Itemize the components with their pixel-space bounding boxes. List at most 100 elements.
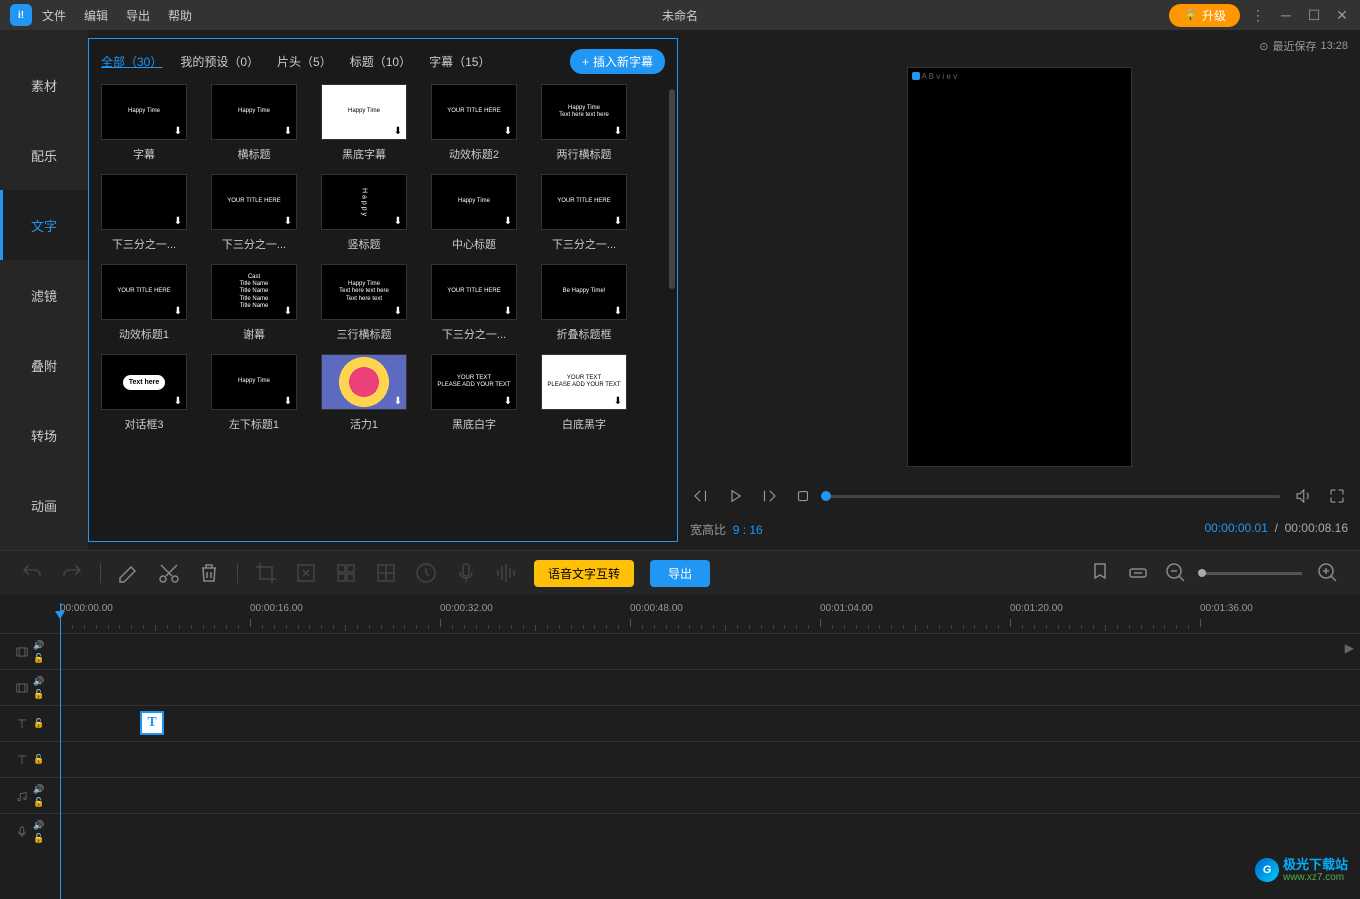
library-thumb[interactable]: YOUR TITLE HERE⬇ (101, 264, 187, 320)
freeze-button[interactable] (374, 561, 398, 585)
mic-track[interactable]: 🔊🔓 (0, 813, 1360, 849)
mute-icon[interactable]: 🔊 (33, 640, 44, 651)
progress-bar[interactable] (826, 495, 1280, 498)
fit-button[interactable] (1126, 561, 1150, 585)
lock-icon[interactable]: 🔓 (33, 653, 44, 664)
lock-icon[interactable]: 🔓 (33, 718, 44, 729)
library-item[interactable]: Text here⬇对话框3 (101, 354, 187, 432)
next-frame-button[interactable] (758, 485, 780, 507)
minimize-icon[interactable]: ─ (1278, 7, 1294, 24)
lock-icon[interactable]: 🔓 (33, 689, 44, 700)
download-icon[interactable]: ⬇ (282, 215, 294, 227)
sidebar-item-media[interactable]: 素材 (0, 50, 88, 120)
lock-icon[interactable]: 🔓 (33, 833, 44, 844)
tab-subtitles[interactable]: 字幕（15） (429, 53, 490, 70)
tab-all[interactable]: 全部（30） (101, 53, 162, 70)
download-icon[interactable]: ⬇ (612, 395, 624, 407)
download-icon[interactable]: ⬇ (502, 125, 514, 137)
speed-button[interactable] (414, 561, 438, 585)
prev-frame-button[interactable] (690, 485, 712, 507)
library-item[interactable]: YOUR TEXT PLEASE ADD YOUR TEXT⬇黑底白字 (431, 354, 517, 432)
marker-button[interactable] (1088, 561, 1112, 585)
library-thumb[interactable]: Happy Time Text here text here Text here… (321, 264, 407, 320)
close-icon[interactable]: ✕ (1334, 7, 1350, 24)
library-item[interactable]: YOUR TITLE HERE⬇下三分之一... (211, 174, 297, 252)
download-icon[interactable]: ⬇ (172, 305, 184, 317)
download-icon[interactable]: ⬇ (282, 395, 294, 407)
volume-icon[interactable] (1292, 485, 1314, 507)
library-thumb[interactable]: YOUR TITLE HERE⬇ (431, 264, 517, 320)
download-icon[interactable]: ⬇ (612, 215, 624, 227)
video-track-2[interactable]: 🔊🔓 (0, 669, 1360, 705)
playhead[interactable] (60, 603, 61, 899)
library-item[interactable]: Happy Time⬇中心标题 (431, 174, 517, 252)
preview-canvas[interactable]: A B v i e v (907, 67, 1132, 467)
library-thumb[interactable]: Happy Time Text here text here⬇ (541, 84, 627, 140)
download-icon[interactable]: ⬇ (502, 215, 514, 227)
download-icon[interactable]: ⬇ (172, 125, 184, 137)
library-thumb[interactable]: YOUR TEXT PLEASE ADD YOUR TEXT⬇ (541, 354, 627, 410)
library-item[interactable]: Happy Time⬇字幕 (101, 84, 187, 162)
voiceover-button[interactable] (454, 561, 478, 585)
library-thumb[interactable]: YOUR TEXT PLEASE ADD YOUR TEXT⬇ (431, 354, 517, 410)
tab-titles[interactable]: 标题（10） (350, 53, 411, 70)
fullscreen-icon[interactable] (1326, 485, 1348, 507)
tab-presets[interactable]: 我的预设（0） (180, 53, 259, 70)
library-item[interactable]: YOUR TITLE HERE⬇下三分之一... (431, 264, 517, 342)
mute-icon[interactable]: 🔊 (33, 676, 44, 687)
download-icon[interactable]: ⬇ (392, 305, 404, 317)
tab-openers[interactable]: 片头（5） (277, 53, 332, 70)
library-thumb[interactable]: YOUR TITLE HERE⬇ (211, 174, 297, 230)
edit-button[interactable] (117, 561, 141, 585)
sidebar-item-filter[interactable]: 滤镜 (0, 260, 88, 330)
sidebar-item-animation[interactable]: 动画 (0, 470, 88, 540)
download-icon[interactable]: ⬇ (392, 125, 404, 137)
lock-icon[interactable]: 🔓 (33, 754, 44, 765)
insert-subtitle-button[interactable]: + 插入新字幕 (570, 49, 665, 74)
crop-button[interactable] (254, 561, 278, 585)
download-icon[interactable]: ⬇ (172, 215, 184, 227)
text-clip[interactable]: T (140, 711, 164, 735)
library-thumb[interactable]: ⬇ (321, 354, 407, 410)
delete-button[interactable] (197, 561, 221, 585)
mute-icon[interactable]: 🔊 (33, 784, 44, 795)
stop-button[interactable] (792, 485, 814, 507)
library-item[interactable]: Happy Time⬇横标题 (211, 84, 297, 162)
more-icon[interactable]: ⋮ (1250, 7, 1266, 24)
sidebar-item-music[interactable]: 配乐 (0, 120, 88, 190)
video-track[interactable]: 🔊🔓 (0, 633, 1360, 669)
menu-export[interactable]: 导出 (126, 7, 150, 24)
library-thumb[interactable]: YOUR TITLE HERE⬇ (541, 174, 627, 230)
audio-button[interactable] (494, 561, 518, 585)
menu-help[interactable]: 帮助 (168, 7, 192, 24)
menu-edit[interactable]: 编辑 (84, 7, 108, 24)
lock-icon[interactable]: 🔓 (33, 797, 44, 808)
library-item[interactable]: Happy Time Text here text here⬇两行横标题 (541, 84, 627, 162)
time-ruler[interactable]: 00:00:00.0000:00:16.0000:00:32.0000:00:4… (0, 603, 1360, 633)
library-item[interactable]: Happy Time Text here text here Text here… (321, 264, 407, 342)
download-icon[interactable]: ⬇ (392, 395, 404, 407)
library-thumb[interactable]: Happy Time⬇ (211, 354, 297, 410)
mosaic-button[interactable] (334, 561, 358, 585)
download-icon[interactable]: ⬇ (172, 395, 184, 407)
download-icon[interactable]: ⬇ (502, 395, 514, 407)
library-thumb[interactable]: Happy Time⬇ (211, 84, 297, 140)
sidebar-item-text[interactable]: 文字 (0, 190, 88, 260)
library-item[interactable]: YOUR TITLE HERE⬇动效标题2 (431, 84, 517, 162)
library-thumb[interactable]: Happy Time⬇ (101, 84, 187, 140)
text-track[interactable]: 🔓 T (0, 705, 1360, 741)
zoom-slider[interactable] (1202, 572, 1302, 575)
library-item[interactable]: YOUR TITLE HERE⬇动效标题1 (101, 264, 187, 342)
download-icon[interactable]: ⬇ (502, 305, 514, 317)
library-item[interactable]: Be Happy Time!⬇折叠标题框 (541, 264, 627, 342)
download-icon[interactable]: ⬇ (392, 215, 404, 227)
download-icon[interactable]: ⬇ (612, 305, 624, 317)
library-thumb[interactable]: YOUR TITLE HERE⬇ (431, 84, 517, 140)
library-thumb[interactable]: Happy Time⬇ (321, 84, 407, 140)
text-track-2[interactable]: 🔓 (0, 741, 1360, 777)
library-thumb[interactable]: H a p p y⬇ (321, 174, 407, 230)
sidebar-item-overlay[interactable]: 叠附 (0, 330, 88, 400)
library-item[interactable]: YOUR TITLE HERE⬇下三分之一... (541, 174, 627, 252)
audio-track[interactable]: 🔊🔓 (0, 777, 1360, 813)
library-item[interactable]: Cast Title Name Title Name Title Name Ti… (211, 264, 297, 342)
